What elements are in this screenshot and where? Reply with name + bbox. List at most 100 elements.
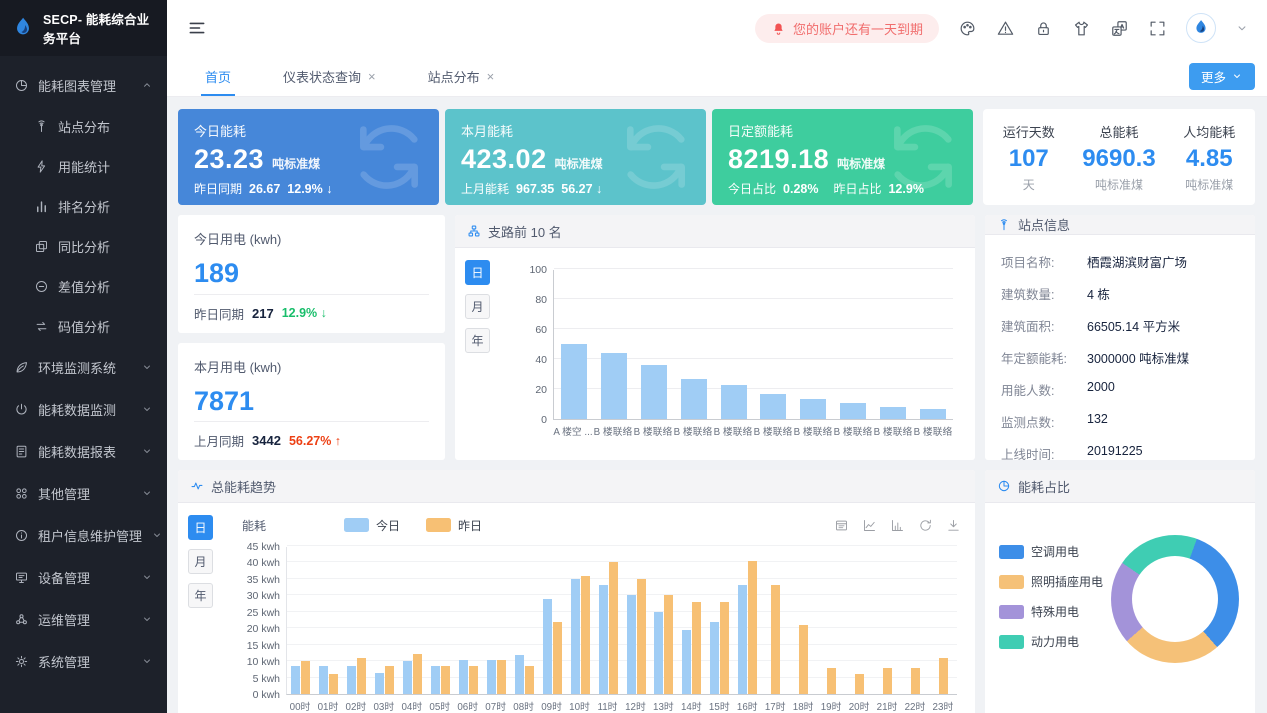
trend-bar: [738, 585, 747, 694]
swap-arrows-icon: [34, 319, 49, 334]
bar-chart-icon[interactable]: [890, 518, 905, 533]
sidebar-item-0[interactable]: 环境监测系统: [0, 346, 167, 388]
sidebar-item-2[interactable]: 能耗数据报表: [0, 430, 167, 472]
site-info-value: 66505.14 平方米: [1087, 316, 1180, 335]
tab-2[interactable]: 站点分布 ×: [406, 56, 517, 96]
fullscreen-icon[interactable]: [1148, 19, 1167, 38]
chevron-down-icon: [141, 403, 153, 415]
share-legend-item-1[interactable]: 照明插座用电: [999, 573, 1103, 590]
branch-toggle-1[interactable]: 月: [465, 294, 490, 319]
sidebar-subitem-3[interactable]: 同比分析: [0, 226, 167, 266]
site-info-row: 用能人数:2000: [1001, 373, 1239, 405]
sidebar-item-1[interactable]: 能耗数据监测: [0, 388, 167, 430]
sidebar-subitem-1[interactable]: 用能统计: [0, 146, 167, 186]
refresh-icon[interactable]: [918, 518, 933, 533]
sidebar-subitem-5[interactable]: 码值分析: [0, 306, 167, 346]
sidebar-item-7[interactable]: 系统管理: [0, 640, 167, 682]
tab-0[interactable]: 首页: [183, 56, 253, 96]
sidebar-item-label: 系统管理: [38, 652, 132, 671]
site-info-value: 栖霞湖滨财富广场: [1087, 252, 1187, 271]
sidebar-subitem-2[interactable]: 排名分析: [0, 186, 167, 226]
trend-toggle-0[interactable]: 日: [188, 515, 213, 540]
sidebar-item-label: 差值分析: [58, 277, 153, 296]
download-icon[interactable]: [946, 518, 961, 533]
trend-toggle-2[interactable]: 年: [188, 583, 213, 608]
summary-unit: 天: [1003, 176, 1055, 193]
x-axis-label: B 楼联络: [713, 424, 753, 438]
branch-toggle-0[interactable]: 日: [465, 260, 490, 285]
branch-toggle-2[interactable]: 年: [465, 328, 490, 353]
trend-bar: [375, 673, 384, 694]
theme-skin-icon[interactable]: [1072, 19, 1091, 38]
line-chart-icon[interactable]: [862, 518, 877, 533]
recycle-watermark-icon: [345, 113, 433, 201]
trend-bar: [543, 599, 552, 694]
sidebar-item-3[interactable]: 其他管理: [0, 472, 167, 514]
tab-1[interactable]: 仪表状态查询 ×: [261, 56, 398, 96]
trend-bar: [692, 602, 701, 694]
summary-value: 107: [1003, 145, 1055, 173]
antenna-icon: [997, 218, 1011, 232]
share-legend-item-3[interactable]: 动力用电: [999, 633, 1103, 650]
site-info-row: 监测点数:132: [1001, 405, 1239, 437]
data-view-icon[interactable]: [834, 518, 849, 533]
site-info-label: 年定额能耗:: [1001, 348, 1087, 367]
pie-chart-icon: [997, 479, 1011, 493]
collapse-menu-icon[interactable]: [187, 18, 207, 38]
tab-label: 站点分布: [428, 67, 480, 86]
chevron-down-icon[interactable]: [1235, 21, 1249, 35]
summary-unit: 吨标准煤: [1082, 176, 1155, 193]
avatar[interactable]: [1186, 13, 1216, 43]
summary-label: 运行天数: [1003, 122, 1055, 141]
antenna-icon: [34, 119, 49, 134]
share-legend-item-2[interactable]: 特殊用电: [999, 603, 1103, 620]
x-axis-label: 01时: [314, 699, 342, 713]
x-axis-label: B 楼联络: [633, 424, 673, 438]
account-expiry-notice[interactable]: 您的账户还有一天到期: [755, 14, 939, 43]
trend-bar: [911, 668, 920, 694]
sidebar-item-label: 码值分析: [58, 317, 153, 336]
x-axis-label: 12时: [621, 699, 649, 713]
panel-title: 站点信息: [1018, 215, 1070, 234]
tab-label: 首页: [205, 67, 231, 86]
card-foot-pct: 56.27 ↓: [561, 182, 602, 196]
trend-bar: [720, 602, 729, 694]
branch-top10-panel: 支路前 10 名 日月年 020406080100A 楼空 ...B 楼联络B …: [455, 215, 975, 460]
theme-palette-icon[interactable]: [958, 19, 977, 38]
chevron-down-icon: [141, 361, 153, 373]
rank-bars-icon: [34, 199, 49, 214]
summary-value: 9690.3: [1082, 145, 1155, 173]
site-info-panel: 站点信息 项目名称:栖霞湖滨财富广场建筑数量:4 栋建筑面积:66505.14 …: [985, 215, 1255, 460]
trend-bar: [827, 668, 836, 694]
tab-close-icon[interactable]: ×: [487, 69, 495, 84]
monitor-icon: [14, 570, 29, 585]
site-info-value: 3000000 吨标准煤: [1087, 348, 1189, 367]
legend-item-1[interactable]: 昨日: [426, 517, 482, 534]
x-axis-label: 03时: [370, 699, 398, 713]
tab-close-icon[interactable]: ×: [368, 69, 376, 84]
x-axis-label: A 楼空 ...: [553, 424, 593, 438]
branch-chart-plot: 020406080100: [553, 270, 953, 420]
donut-chart: [1111, 535, 1239, 663]
lock-icon[interactable]: [1034, 19, 1053, 38]
x-axis-label: B 楼联络: [793, 424, 833, 438]
chevron-down-icon: [141, 613, 153, 625]
share-legend-item-0[interactable]: 空调用电: [999, 543, 1103, 560]
sidebar-subitem-4[interactable]: 差值分析: [0, 266, 167, 306]
sidebar-subitem-0[interactable]: 站点分布: [0, 106, 167, 146]
sidebar-item-4[interactable]: 租户信息维护管理: [0, 514, 167, 556]
legend-item-0[interactable]: 今日: [344, 517, 400, 534]
card-foot-value: 26.67: [249, 182, 280, 196]
translate-icon[interactable]: [1110, 19, 1129, 38]
tab-label: 仪表状态查询: [283, 67, 361, 86]
trend-toggle-1[interactable]: 月: [188, 549, 213, 574]
warning-triangle-icon[interactable]: [996, 19, 1015, 38]
sidebar-group-energy-charts[interactable]: 能耗图表管理: [0, 64, 167, 106]
trend-bar: [939, 658, 948, 694]
branch-bar: [681, 379, 707, 420]
sidebar-item-5[interactable]: 设备管理: [0, 556, 167, 598]
more-tabs-button[interactable]: 更多: [1189, 63, 1255, 90]
sidebar-item-6[interactable]: 运维管理: [0, 598, 167, 640]
stat-card-daily-quota-energy: 日定额能耗 8219.18 吨标准煤 今日占比 0.28% 昨日占比 12.9%: [712, 109, 973, 205]
card-unit: 吨标准煤: [272, 155, 320, 172]
